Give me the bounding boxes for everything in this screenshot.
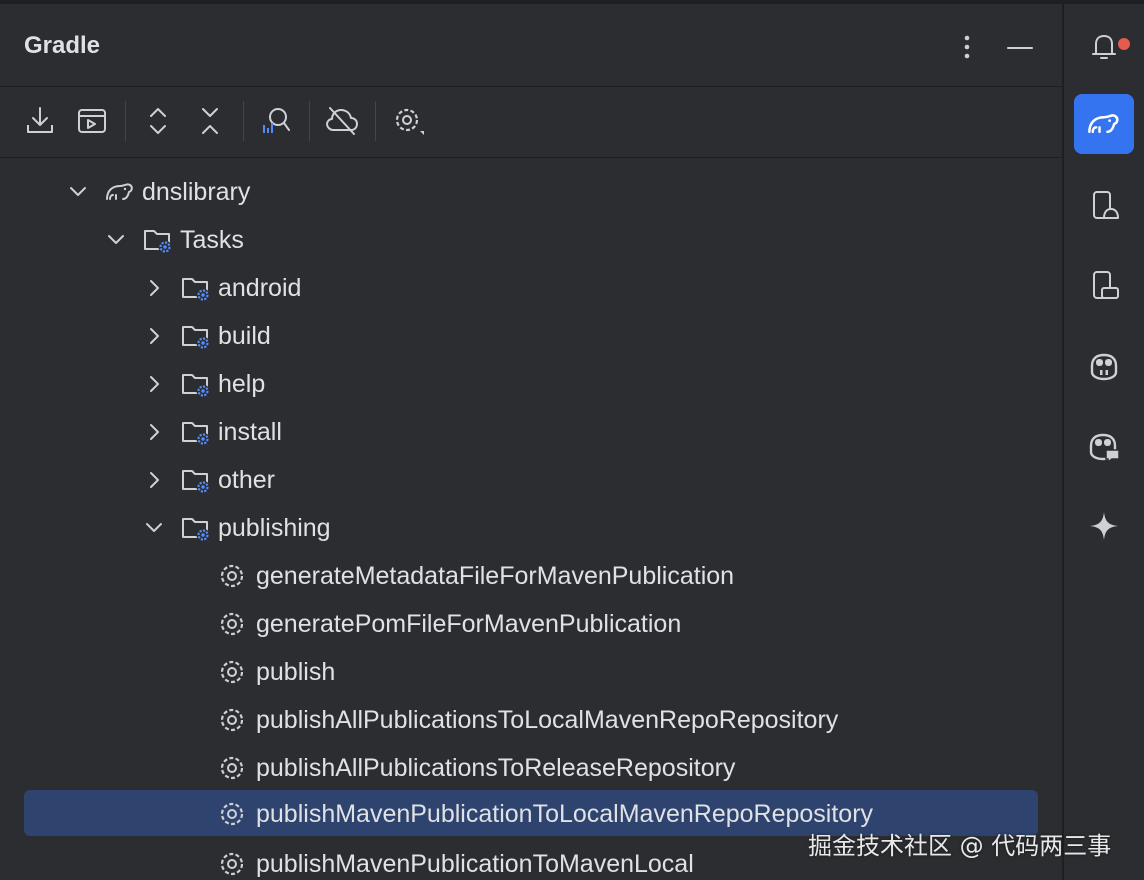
task-gear-icon — [218, 561, 250, 591]
run-configuration-icon[interactable] — [74, 103, 110, 139]
task-folder-icon — [180, 417, 212, 447]
task-gear-icon — [218, 705, 250, 735]
more-options-icon[interactable] — [952, 32, 982, 62]
copilot-chat-button[interactable] — [1074, 416, 1134, 476]
tree-node-project[interactable]: dnslibrary — [0, 168, 1062, 216]
tree-node-label: dnslibrary — [142, 178, 251, 206]
tree-node-task[interactable]: publishAllPublicationsToLocalMavenRepoRe… — [0, 696, 1062, 744]
tree-node-task[interactable]: generateMetadataFileForMavenPublication — [0, 552, 1062, 600]
gradle-task-tree: dnslibrary Tasks android build help inst — [0, 158, 1062, 880]
tree-node-group[interactable]: install — [0, 408, 1062, 456]
tree-node-group[interactable]: publishing — [0, 504, 1062, 552]
download-sources-icon[interactable] — [22, 103, 58, 139]
tree-node-task[interactable]: publishAllPublicationsToReleaseRepositor… — [0, 744, 1062, 792]
task-folder-icon — [180, 273, 212, 303]
tree-node-group[interactable]: other — [0, 456, 1062, 504]
tree-node-group[interactable]: build — [0, 312, 1062, 360]
tree-node-group[interactable]: android — [0, 264, 1062, 312]
toolbar-separator — [125, 101, 126, 141]
offline-mode-icon[interactable] — [324, 103, 360, 139]
task-label: generateMetadataFileForMavenPublication — [256, 562, 735, 590]
tree-node-label: android — [218, 274, 302, 302]
copilot-chat-icon — [1089, 433, 1120, 464]
notifications-icon — [1092, 35, 1116, 59]
chevron-down-icon[interactable] — [142, 516, 166, 540]
tree-node-label: build — [218, 322, 271, 350]
task-folder-icon — [142, 225, 174, 255]
task-folder-icon — [180, 513, 212, 543]
gradle-tool-window: Gradle dnslibrary Tasks android build he… — [0, 0, 1062, 880]
tree-node-label: publishing — [218, 514, 331, 542]
gradle-toolbar — [0, 87, 1062, 157]
task-gear-icon — [218, 753, 250, 783]
minimize-icon[interactable] — [1004, 32, 1036, 62]
chevron-right-icon[interactable] — [142, 420, 166, 444]
gradle-tool-button[interactable] — [1074, 94, 1134, 154]
right-tool-strip — [1064, 4, 1144, 880]
task-gear-icon — [218, 657, 250, 687]
tree-node-task[interactable]: publish — [0, 648, 1062, 696]
task-gear-icon — [218, 609, 250, 639]
running-devices-button[interactable] — [1074, 256, 1134, 316]
settings-icon[interactable] — [390, 103, 426, 139]
copilot-button[interactable] — [1074, 336, 1134, 396]
expand-all-icon[interactable] — [140, 103, 176, 139]
task-label: publishAllPublicationsToLocalMavenRepoRe… — [256, 706, 839, 734]
notifications-button[interactable] — [1074, 16, 1134, 76]
tree-node-label: other — [218, 466, 275, 494]
task-folder-icon — [180, 465, 212, 495]
tree-node-tasks[interactable]: Tasks — [0, 216, 1062, 264]
task-gear-icon — [218, 799, 250, 829]
running-devices-icon — [1093, 271, 1119, 299]
ai-assistant-icon — [1090, 512, 1118, 540]
ai-assistant-button[interactable] — [1074, 496, 1134, 556]
tree-node-group[interactable]: help — [0, 360, 1062, 408]
tool-window-header: Gradle — [0, 4, 1062, 86]
chevron-down-icon[interactable] — [66, 180, 90, 204]
chevron-right-icon[interactable] — [142, 372, 166, 396]
task-gear-icon — [218, 849, 250, 879]
task-label: publish — [256, 658, 336, 686]
copilot-icon — [1090, 353, 1118, 381]
toolbar-separator — [309, 101, 310, 141]
task-label: publishMavenPublicationToMavenLocal — [256, 850, 694, 878]
device-manager-button[interactable] — [1074, 176, 1134, 236]
device-manager-icon — [1093, 191, 1119, 219]
notification-badge — [1118, 38, 1130, 50]
toolbar-separator — [375, 101, 376, 141]
toolbar-separator — [243, 101, 244, 141]
tree-node-label: help — [218, 370, 266, 398]
task-label: publishMavenPublicationToLocalMavenRepoR… — [256, 800, 874, 828]
window-top-border — [0, 0, 1144, 4]
analyze-dependencies-icon[interactable] — [258, 103, 294, 139]
collapse-all-icon[interactable] — [192, 103, 228, 139]
task-folder-icon — [180, 321, 212, 351]
chevron-right-icon[interactable] — [142, 276, 166, 300]
watermark-text: 掘金技术社区 @ 代码两三事 — [808, 832, 1112, 860]
tree-node-label: install — [218, 418, 282, 446]
panel-title: Gradle — [24, 32, 101, 59]
task-label: publishAllPublicationsToReleaseRepositor… — [256, 754, 736, 782]
chevron-right-icon[interactable] — [142, 468, 166, 492]
chevron-down-icon[interactable] — [104, 228, 128, 252]
tree-node-label: Tasks — [180, 226, 244, 254]
gradle-elephant-icon — [104, 177, 136, 207]
chevron-right-icon[interactable] — [142, 324, 166, 348]
tree-node-task[interactable]: generatePomFileForMavenPublication — [0, 600, 1062, 648]
task-label: generatePomFileForMavenPublication — [256, 610, 682, 638]
gradle-icon — [1088, 114, 1119, 134]
task-folder-icon — [180, 369, 212, 399]
